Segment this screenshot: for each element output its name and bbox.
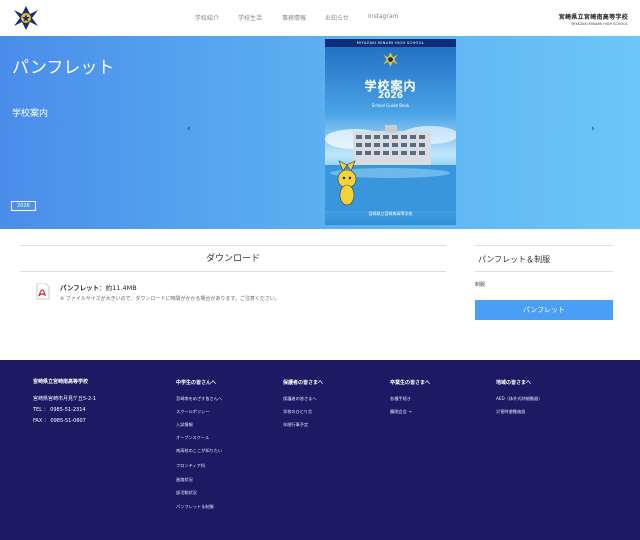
footer-link[interactable]: スクールポリシー <box>176 409 210 415</box>
footer-address: 宮崎県宮崎市月見ケ丘5-2-1 <box>33 396 97 402</box>
carousel-prev-icon[interactable]: ‹ <box>187 124 191 134</box>
sidebar-item-uniform[interactable]: 制服 <box>475 281 485 288</box>
school-logo-icon[interactable] <box>12 4 40 32</box>
footer-link[interactable]: フロンティア科 <box>176 463 205 469</box>
footer-link[interactable]: オープンスクール <box>176 435 209 441</box>
nav-school-life[interactable]: 学校生活 <box>238 13 262 22</box>
download-section-title: ダウンロード <box>20 245 446 272</box>
pamphlet-download-link[interactable]: パンフレット：約11.4MB <box>60 282 137 292</box>
hero-banner: パンフレット 学校案内 2026 ‹ › MIYAZAKI MINAMI HIG… <box>0 36 640 229</box>
footer-col-community-title: 地域の皆さまへ <box>496 380 532 386</box>
cover-guide-text: School Guide Book <box>371 103 410 108</box>
footer-link[interactable]: AED（体外式除細動器） <box>496 396 542 402</box>
footer-link[interactable]: 年間行事予定 <box>283 422 308 428</box>
footer-link[interactable]: 宮崎南をめざす皆さんへ <box>176 396 222 402</box>
footer-col-alumni-title: 卒業生の皆さまへ <box>390 380 431 386</box>
hero-year-badge: 2026 <box>11 201 36 211</box>
pamphlet-cover-image[interactable]: MIYAZAKI MINAMI HIGH SCHOOL 学校案内 2026 Sc… <box>325 39 456 225</box>
cover-school-name: 宮崎県立宮崎南高等学校 <box>368 211 413 216</box>
school-name-en: MIYAZAKI MINAMI HIGH SCHOOL <box>571 22 628 26</box>
hero-subtitle: 学校案内 <box>12 109 49 119</box>
cover-school-building-illustration <box>325 125 456 211</box>
footer-link[interactable]: 進路状況 <box>176 477 193 483</box>
footer-col-junior-title: 中学生の皆さんへ <box>176 380 217 386</box>
download-note: ※ ファイルサイズが大きいので、ダウンロードに時間がかかる場合があります。ご注意… <box>60 296 280 302</box>
site-footer: 宮崎県立宮崎南高等学校 宮崎県宮崎市月見ケ丘5-2-1 TEL ： 0985-5… <box>0 360 640 540</box>
footer-school-name: 宮崎県立宮崎南高等学校 <box>33 379 89 385</box>
nav-instagram[interactable]: Instagram <box>368 13 399 20</box>
footer-link[interactable]: 入試情報 <box>176 422 193 428</box>
footer-link[interactable]: 南高校のここが知りたい <box>176 448 222 454</box>
sidebar-title: パンフレット＆制服 <box>475 245 613 272</box>
file-size: ：約11.4MB <box>99 284 137 292</box>
nav-news[interactable]: お知らせ <box>325 13 349 22</box>
footer-col-parents-title: 保護者の皆さまへ <box>283 380 324 386</box>
header-school-name[interactable]: 宮崎県立宮崎南高等学校 MIYAZAKI MINAMI HIGH SCHOOL <box>559 12 628 26</box>
site-header: 学校紹介 学校生活 事務情報 お知らせ Instagram 宮崎県立宮崎南高等学… <box>0 0 640 36</box>
footer-link[interactable]: パンフレット＆制服 <box>176 504 214 510</box>
nav-school-intro[interactable]: 学校紹介 <box>195 13 219 22</box>
school-name-jp: 宮崎県立宮崎南高等学校 <box>558 14 628 21</box>
cover-year: 2026 <box>377 91 404 101</box>
footer-link[interactable]: 学校のひとり言 <box>283 409 312 415</box>
footer-link[interactable]: 各種手続き <box>390 396 411 402</box>
footer-link[interactable]: 保護者の皆さまへ <box>283 396 317 402</box>
nav-office-info[interactable]: 事務情報 <box>282 13 306 22</box>
carousel-next-icon[interactable]: › <box>591 124 595 134</box>
footer-link[interactable]: 鵬翔会会 → <box>390 409 412 415</box>
pamphlet-button[interactable]: パンフレット <box>475 300 613 320</box>
pdf-file-icon[interactable] <box>36 282 50 304</box>
footer-tel: TEL ： 0985-51-2314 <box>33 407 86 413</box>
cover-top-text: MIYAZAKI MINAMI HIGH SCHOOL <box>325 39 456 47</box>
footer-fax: FAX ： 0985-51-0607 <box>33 418 86 424</box>
footer-link[interactable]: 災害時避難施設 <box>496 409 525 415</box>
footer-link[interactable]: 部活動状況 <box>176 490 197 496</box>
file-label: パンフレット <box>60 284 100 292</box>
hero-title: パンフレット <box>12 58 115 78</box>
cover-emblem-icon <box>383 52 398 67</box>
